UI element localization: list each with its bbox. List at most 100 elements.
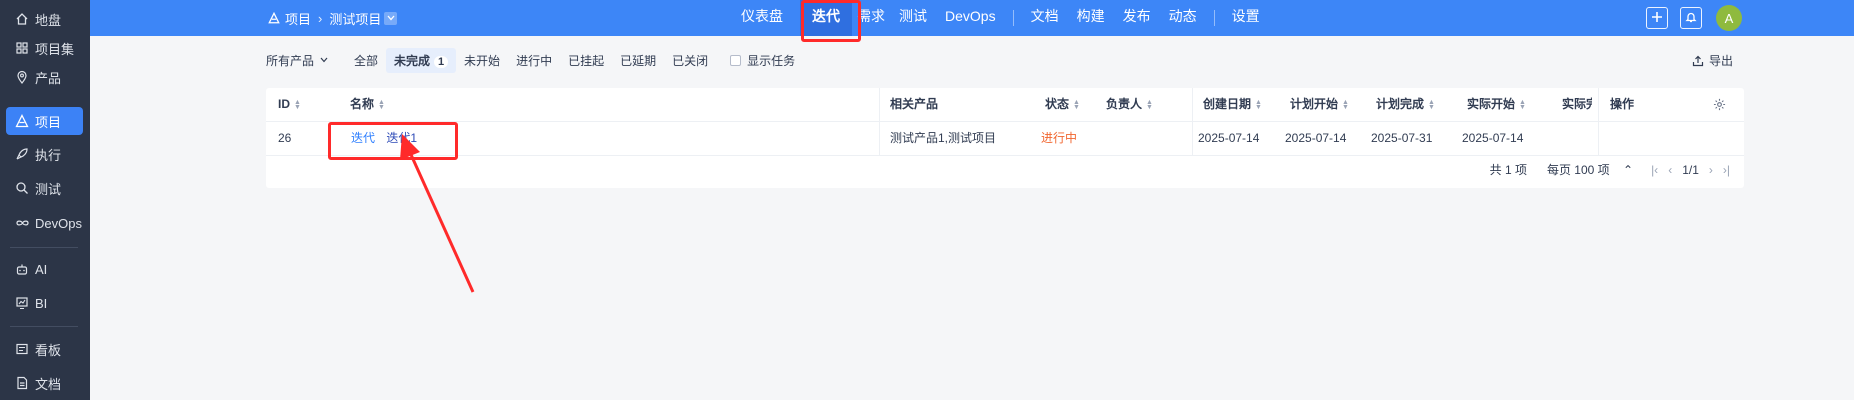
tab-all[interactable]: 全部: [346, 48, 386, 73]
cell-id: 26: [278, 131, 292, 145]
sidebar-item-project[interactable]: 项目: [6, 107, 83, 135]
tab-unfinished[interactable]: 未完成 1: [386, 47, 457, 73]
column-header-created[interactable]: 创建日期 ▲ ▼: [1203, 88, 1262, 121]
sort-icon: ▲ ▼: [1255, 98, 1262, 111]
search-icon: [14, 180, 30, 196]
row-divider: [266, 155, 1744, 156]
avatar[interactable]: A: [1716, 5, 1742, 31]
sidebar-divider: [10, 326, 78, 327]
sidebar-item-label: AI: [35, 261, 48, 277]
nav-dashboard[interactable]: 仪表盘: [732, 0, 792, 36]
export-label: 导出: [1709, 54, 1734, 68]
first-page-icon[interactable]: |‹: [1651, 163, 1658, 177]
sidebar-item-label: 项目集: [35, 41, 75, 57]
document-icon: [14, 375, 30, 391]
sidebar-item-label: 执行: [35, 147, 62, 163]
nav-devops[interactable]: DevOps: [936, 0, 1005, 36]
column-header-actual-end[interactable]: 实际完成: [1562, 88, 1592, 121]
column-header-name[interactable]: 名称 ▲ ▼: [350, 88, 385, 121]
chevron-down-icon[interactable]: [384, 11, 398, 25]
robot-icon: [14, 261, 30, 277]
sort-icon: ▲ ▼: [1146, 98, 1153, 111]
tab-label: 未完成: [394, 53, 431, 68]
tab-suspended[interactable]: 已挂起: [560, 48, 612, 73]
sidebar-item-label: 测试: [35, 181, 62, 197]
sidebar-item-test[interactable]: 测试: [6, 174, 83, 202]
sidebar-item-home[interactable]: 地盘: [6, 5, 83, 33]
column-label: 计划完成: [1376, 97, 1425, 111]
column-label: 名称: [350, 97, 375, 111]
nav-release[interactable]: 发布: [1114, 0, 1160, 36]
breadcrumb-item[interactable]: 测试项目: [329, 9, 381, 28]
prev-page-icon[interactable]: ‹: [1668, 163, 1672, 177]
annotation-highlight-nav: [801, 0, 861, 42]
column-divider: [879, 88, 880, 155]
column-label: 实际开始: [1467, 97, 1516, 111]
pager-total: 共 1 项: [1489, 163, 1527, 177]
infinity-icon: [14, 215, 30, 231]
nav-test[interactable]: 测试: [890, 0, 936, 36]
count-badge: 1: [434, 55, 449, 68]
project-icon: [14, 113, 30, 129]
home-icon: [14, 11, 30, 27]
pager-per-page[interactable]: 每页 100 项 ⌃: [1537, 161, 1633, 178]
nav-doc[interactable]: 文档: [1022, 0, 1068, 36]
tab-in-progress[interactable]: 进行中: [508, 48, 560, 73]
add-button[interactable]: [1646, 7, 1668, 29]
column-label: 状态: [1045, 97, 1070, 111]
sort-icon: ▲ ▼: [1342, 98, 1349, 111]
sidebar: 地盘 项目集 产品 项目 执行 测试 DevOps AI BI 看板 文档: [0, 0, 90, 400]
product-select[interactable]: 所有产品: [266, 52, 328, 69]
column-header-actions: 操作: [1610, 97, 1635, 111]
sidebar-item-label: 项目: [35, 114, 62, 130]
sidebar-item-execution[interactable]: 执行: [6, 140, 83, 168]
sidebar-item-program[interactable]: 项目集: [6, 34, 83, 62]
status-badge: 进行中: [1041, 131, 1078, 145]
tab-not-started[interactable]: 未开始: [456, 48, 508, 73]
plus-icon: [1651, 11, 1663, 26]
column-header-plan-start[interactable]: 计划开始 ▲ ▼: [1290, 88, 1349, 121]
breadcrumb: 项目 › 测试项目: [268, 0, 398, 36]
next-page-icon[interactable]: ›: [1709, 163, 1713, 177]
iteration-table: ID ▲ ▼ 名称 ▲ ▼ 相关产品 状态 ▲ ▼ 负责人 ▲ ▼ 创建日期 ▲ ▼ 计划开始 ▲ ▼ …: [266, 88, 1744, 188]
column-header-owner[interactable]: 负责人 ▲ ▼: [1106, 88, 1153, 121]
column-label: ID: [278, 97, 290, 111]
sidebar-item-ai[interactable]: AI: [6, 255, 83, 283]
show-tasks-checkbox[interactable]: 显示任务: [730, 52, 795, 69]
sidebar-item-devops[interactable]: DevOps: [6, 209, 83, 237]
breadcrumb-item[interactable]: 项目: [285, 9, 311, 28]
bell-icon: [1685, 11, 1697, 26]
sidebar-divider: [10, 247, 78, 248]
gear-icon: [1713, 98, 1726, 111]
sidebar-item-doc[interactable]: 文档: [6, 369, 83, 397]
pager-page: 1/1: [1682, 162, 1699, 177]
sidebar-item-board[interactable]: 看板: [6, 335, 83, 363]
per-page-label: 每页 100 项: [1546, 163, 1610, 177]
column-header-actual-start[interactable]: 实际开始 ▲ ▼: [1467, 88, 1526, 121]
sort-icon: ▲ ▼: [1519, 98, 1526, 111]
sidebar-item-bi[interactable]: BI: [6, 289, 83, 317]
sort-icon: ▲ ▼: [1428, 98, 1435, 111]
sidebar-item-label: 文档: [35, 376, 62, 392]
chart-icon: [14, 295, 30, 311]
sidebar-item-label: 产品: [35, 70, 62, 86]
column-label: 创建日期: [1203, 97, 1252, 111]
sidebar-item-product[interactable]: 产品: [6, 63, 83, 91]
export-button[interactable]: 导出: [1692, 52, 1733, 69]
nav-activity[interactable]: 动态: [1160, 0, 1206, 36]
cell-plan-end: 2025-07-31: [1371, 131, 1433, 145]
nav-build[interactable]: 构建: [1068, 0, 1114, 36]
last-page-icon[interactable]: ›|: [1723, 163, 1730, 177]
column-header-products: 相关产品: [890, 97, 939, 111]
tab-closed[interactable]: 已关闭: [664, 48, 716, 73]
nav-settings[interactable]: 设置: [1223, 0, 1269, 36]
top-header: 项目 › 测试项目 仪表盘 迭代 需求 测试 DevOps 文档 构建 发布 动…: [90, 0, 1854, 36]
column-settings-button[interactable]: [1713, 88, 1726, 121]
sort-icon: ▲ ▼: [294, 98, 301, 111]
column-header-status[interactable]: 状态 ▲ ▼: [1045, 88, 1080, 121]
checkbox-box[interactable]: [730, 54, 742, 66]
column-header-id[interactable]: ID ▲ ▼: [278, 88, 301, 121]
column-header-plan-end[interactable]: 计划完成 ▲ ▼: [1376, 88, 1435, 121]
notification-button[interactable]: [1680, 7, 1702, 29]
tab-delayed[interactable]: 已延期: [612, 48, 664, 73]
